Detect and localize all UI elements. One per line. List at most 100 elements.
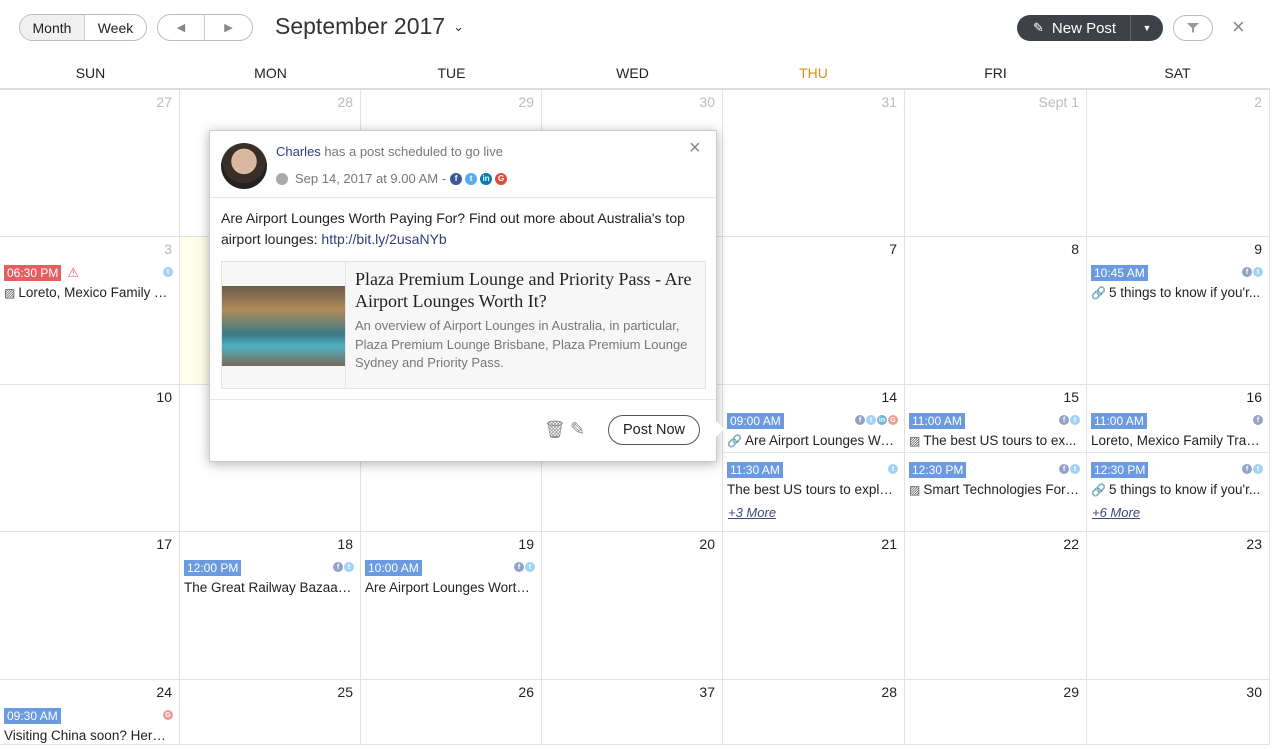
scheduled-post[interactable]: 12:30 PM f t 🔗 5 things to know if you'r... [1091,460,1263,500]
chevron-down-icon: ⌄ [453,19,464,34]
day-number: 9 [1254,241,1262,257]
day-number: 28 [337,94,353,110]
day-cell[interactable]: 15 11:00 AM f t ▨ The best US tours to ex... 1… [905,385,1087,532]
post-title: ▨ The best US tours to ex... [909,433,1080,448]
day-cell[interactable]: 24 09:30 AM G Visiting China soon? Here a..… [0,680,180,745]
weekday-thu: THU [799,65,828,81]
day-number: 19 [518,536,534,552]
facebook-icon: f [1242,464,1252,474]
month-picker[interactable]: September 2017 ⌄ [275,13,464,40]
day-cell[interactable]: 7 [723,237,905,385]
day-cell[interactable]: 16 11:00 AM f Loreto, Mexico Family Trave..… [1087,385,1270,532]
day-number: 10 [156,389,172,405]
post-title: 🔗 Are Airport Lounges Wor... [727,433,898,448]
day-cell[interactable]: 2 [1087,90,1270,237]
day-cell[interactable]: 23 [1087,532,1270,680]
post-time-badge: 12:30 PM [1091,462,1149,478]
day-cell[interactable]: 31 [723,90,905,237]
facebook-icon: f [1253,415,1263,425]
day-cell[interactable]: 26 [361,680,542,745]
twitter-icon: t [525,562,535,572]
prev-month-button[interactable]: ◀ [158,15,206,40]
scheduled-post[interactable]: 09:30 AM G Visiting China soon? Here a... [4,706,173,744]
caret-down-icon[interactable]: ▼ [1130,15,1163,41]
twitter-icon: t [344,562,354,572]
day-number: 31 [881,94,897,110]
day-number: 20 [699,536,715,552]
filter-button[interactable] [1173,15,1213,41]
day-cell[interactable]: 19 10:00 AM f t Are Airport Lounges Worth... [361,532,542,680]
facebook-icon: f [1059,415,1069,425]
day-cell[interactable]: 10 [0,385,180,532]
clock-icon [276,172,288,185]
day-cell[interactable]: 18 12:00 PM f t The Great Railway Bazaar, ..… [180,532,361,680]
warning-icon: ⚠ [67,265,80,280]
network-icons: ft [1242,464,1263,474]
day-number: 18 [337,536,353,552]
close-icon[interactable]: × [1232,14,1245,40]
day-number: 28 [881,684,897,700]
network-icons: f t in G [855,415,898,425]
new-post-button[interactable]: ✎ New Post ▼ [1017,15,1163,41]
day-cell[interactable]: 37 [542,680,723,745]
image-icon: ▨ [909,434,921,448]
scheduled-post[interactable]: 09:00 AM f t in G 🔗 Are Airport Lounges Wor... [727,411,898,451]
scheduled-post[interactable]: 11:00 AM f t ▨ The best US tours to ex... [909,411,1080,451]
scheduled-post[interactable]: 10:45 AM f t 🔗 5 things to know if you'r... [1091,263,1263,303]
day-cell[interactable]: Sept 1 [905,90,1087,237]
nav-buttons: ◀ ▶ [157,14,253,41]
day-cell[interactable]: 21 [723,532,905,680]
post-link[interactable]: http://bit.ly/2usaNYb [321,231,446,247]
day-cell[interactable]: 27 [0,90,180,237]
post-title: 🔗 5 things to know if you'r... [1091,482,1263,497]
day-cell[interactable]: 9 10:45 AM f t 🔗 5 things to know if you'r... [1087,237,1270,385]
month-view-button[interactable]: Month [20,15,85,40]
day-number: 24 [156,684,172,700]
day-cell[interactable]: 20 [542,532,723,680]
day-cell[interactable]: 3 06:30 PM ⚠ t ▨ Loreto, Mexico Family Tr... [0,237,180,385]
scheduled-post[interactable]: 12:00 PM f t The Great Railway Bazaar, ... [184,558,354,598]
close-popup-icon[interactable]: × [689,137,701,160]
edit-icon[interactable]: ✎ [570,419,585,440]
day-number: 30 [699,94,715,110]
day-cell[interactable]: 29 [905,680,1087,745]
post-title-text: Are Airport Lounges Worth... [365,580,535,595]
day-cell[interactable]: 14 09:00 AM f t in G 🔗 Are Airport Lounges Wor.… [723,385,905,532]
day-cell[interactable]: 8 [905,237,1087,385]
day-cell[interactable]: 17 [0,532,180,680]
weekday-sun: SUN [75,65,106,81]
user-name[interactable]: Charles [276,144,321,159]
day-number: 16 [1246,389,1262,405]
day-cell[interactable]: 25 [180,680,361,745]
link-icon: 🔗 [1091,286,1106,300]
more-posts-link[interactable]: +6 More [1092,505,1140,520]
day-number: 17 [156,536,172,552]
day-cell[interactable]: 28 [723,680,905,745]
day-number: 26 [518,684,534,700]
scheduled-post[interactable]: 11:30 AM t The best US tours to explor... [727,460,898,500]
scheduled-post[interactable]: 12:30 PM f t ▨ Smart Technologies For ... [909,460,1080,500]
day-number: 30 [1246,684,1262,700]
post-time-badge: 12:00 PM [184,560,242,576]
week-view-button[interactable]: Week [85,15,146,40]
day-cell[interactable]: 30 [1087,680,1270,745]
filter-icon [1187,23,1199,33]
link-preview-card[interactable]: Plaza Premium Lounge and Priority Pass -… [221,261,706,389]
twitter-icon: t [465,172,478,185]
trash-icon[interactable]: 🗑 [544,420,566,440]
day-cell[interactable]: 22 [905,532,1087,680]
post-title: The Great Railway Bazaar, ... [184,580,354,595]
image-icon: ▨ [909,483,921,497]
post-title: The best US tours to explor... [727,482,898,497]
more-posts-link[interactable]: +3 More [728,505,776,520]
link-icon: 🔗 [1091,483,1106,497]
post-title-text: 5 things to know if you'r... [1108,482,1261,497]
day-number: Sept 1 [1038,94,1079,110]
scheduled-post[interactable]: 11:00 AM f Loreto, Mexico Family Trave... [1091,411,1263,451]
network-icons: ft [1059,464,1080,474]
post-now-button[interactable]: Post Now [608,415,700,445]
google-plus-icon: G [163,710,173,720]
scheduled-post[interactable]: 10:00 AM f t Are Airport Lounges Worth... [365,558,535,598]
next-month-button[interactable]: ▶ [205,15,252,40]
scheduled-post[interactable]: 06:30 PM ⚠ t ▨ Loreto, Mexico Family Tr... [4,263,173,303]
